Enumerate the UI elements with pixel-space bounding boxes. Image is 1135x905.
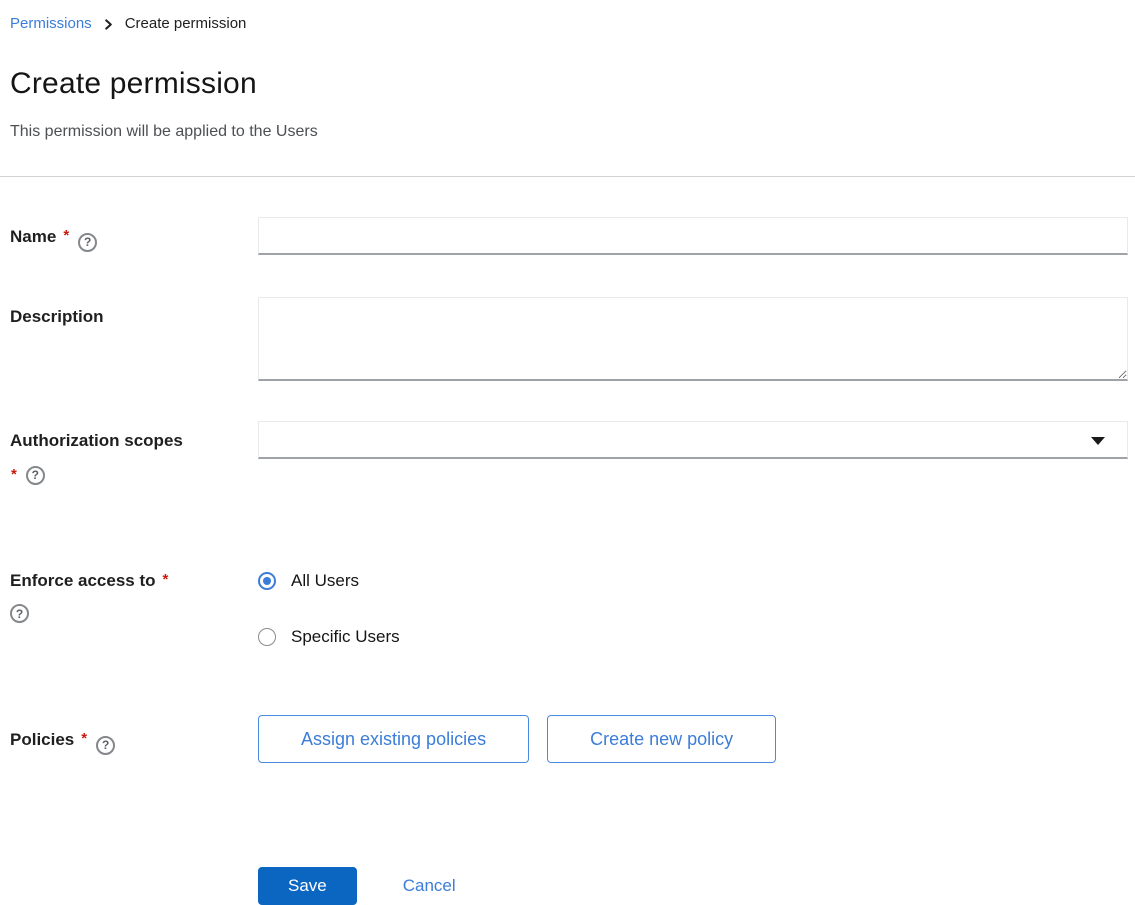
form-row-policies: Policies *? Assign existing policies Crea… xyxy=(10,715,1128,763)
breadcrumb-separator-icon xyxy=(103,19,114,30)
radio-all-users-control[interactable] xyxy=(258,572,276,590)
description-textarea[interactable] xyxy=(258,297,1128,381)
form-row-enforce-access: Enforce access to * ? All Users Specific … xyxy=(10,569,1128,647)
name-help-icon[interactable]: ? xyxy=(78,233,97,252)
authorization-scopes-help-icon[interactable]: ? xyxy=(26,466,45,485)
radio-specific-users[interactable]: Specific Users xyxy=(258,627,1128,647)
caret-down-icon xyxy=(1091,437,1105,445)
form-row-description: Description xyxy=(10,297,1128,381)
name-label: Name *? xyxy=(10,217,258,252)
required-asterisk: * xyxy=(163,571,169,588)
enforce-access-label: Enforce access to * ? xyxy=(10,569,258,623)
cancel-link[interactable]: Cancel xyxy=(403,876,456,896)
form-actions-row: Save Cancel xyxy=(10,867,1128,905)
save-button[interactable]: Save xyxy=(258,867,357,905)
form-row-name: Name *? xyxy=(10,217,1128,255)
description-label-text: Description xyxy=(10,307,104,326)
breadcrumb-current: Create permission xyxy=(125,14,247,34)
page-subtitle: This permission will be applied to the U… xyxy=(0,122,1135,142)
name-label-text: Name xyxy=(10,227,56,246)
policies-label-text: Policies xyxy=(10,730,74,749)
breadcrumb: Permissions Create permission xyxy=(0,0,1135,34)
authorization-scopes-select[interactable] xyxy=(258,421,1128,459)
radio-all-users[interactable]: All Users xyxy=(258,571,1128,591)
required-asterisk: * xyxy=(11,463,17,487)
header-divider xyxy=(0,176,1135,177)
authorization-scopes-label-text: Authorization scopes xyxy=(10,429,258,453)
assign-existing-policies-button[interactable]: Assign existing policies xyxy=(258,715,529,763)
policies-help-icon[interactable]: ? xyxy=(96,736,115,755)
policies-label: Policies *? xyxy=(10,715,258,755)
required-asterisk: * xyxy=(81,730,87,747)
form-row-authorization-scopes: Authorization scopes *? xyxy=(10,421,1128,487)
authorization-scopes-label: Authorization scopes *? xyxy=(10,421,258,487)
enforce-access-radio-group: All Users Specific Users xyxy=(258,569,1128,647)
create-permission-page: Permissions Create permission Create per… xyxy=(0,0,1135,905)
page-title: Create permission xyxy=(0,66,1135,102)
create-new-policy-button[interactable]: Create new policy xyxy=(547,715,776,763)
radio-all-users-label: All Users xyxy=(291,571,359,591)
description-label: Description xyxy=(10,297,258,329)
name-input[interactable] xyxy=(258,217,1128,255)
required-asterisk: * xyxy=(63,227,69,244)
radio-specific-users-label: Specific Users xyxy=(291,627,400,647)
breadcrumb-link-permissions[interactable]: Permissions xyxy=(10,14,92,34)
create-permission-form: Name *? Description Authorization scopes … xyxy=(0,217,1135,905)
enforce-access-help-icon[interactable]: ? xyxy=(10,604,29,623)
enforce-access-label-text: Enforce access to xyxy=(10,571,156,590)
radio-specific-users-control[interactable] xyxy=(258,628,276,646)
